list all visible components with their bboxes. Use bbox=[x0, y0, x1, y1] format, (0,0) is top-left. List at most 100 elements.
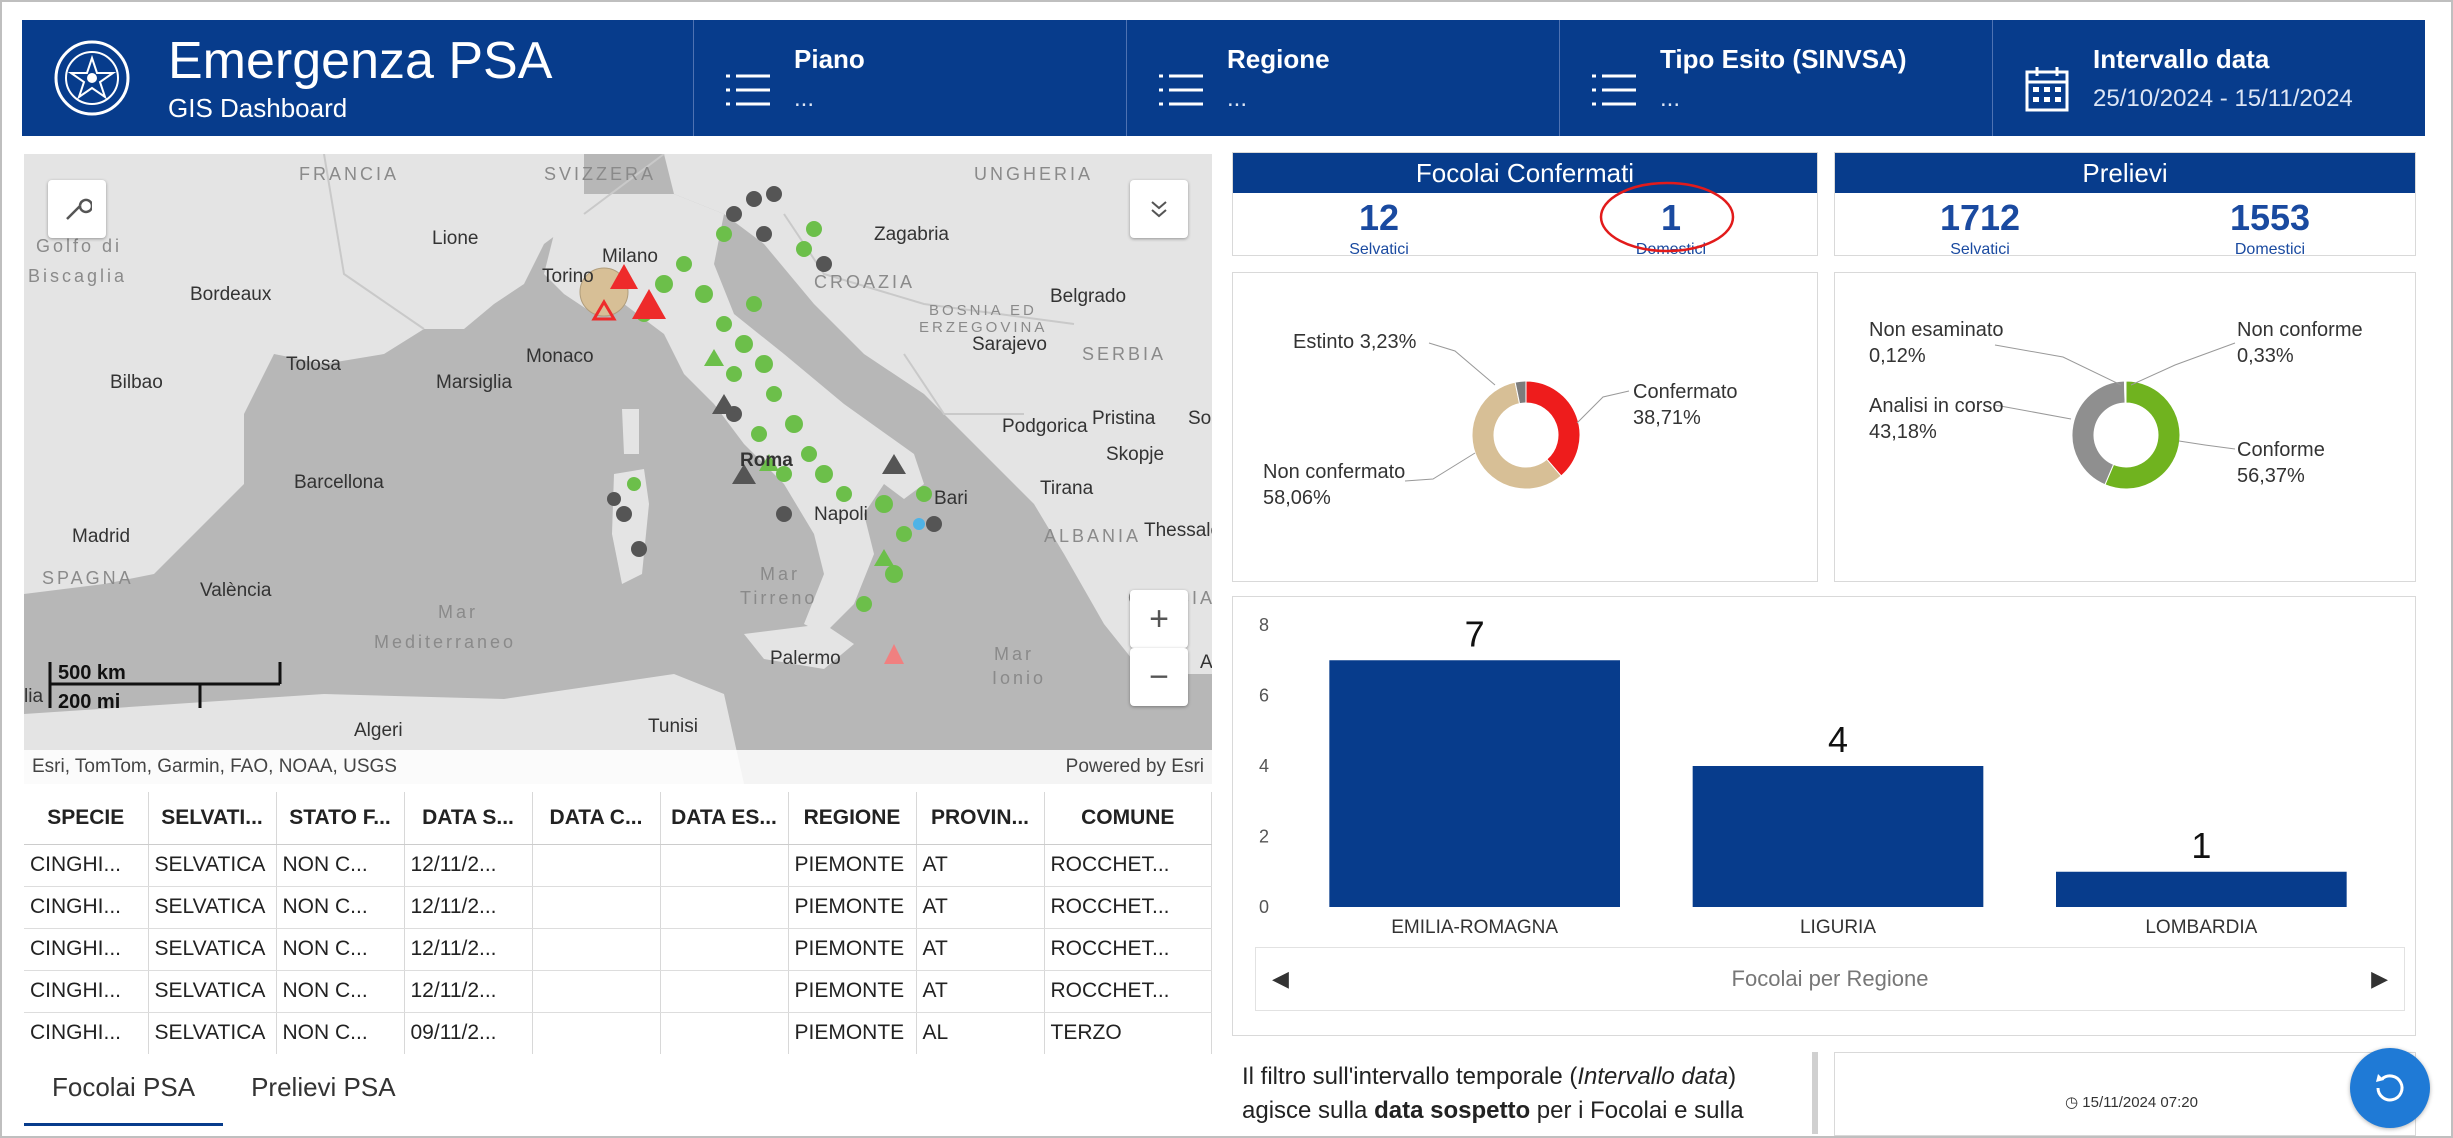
wrench-icon bbox=[66, 198, 92, 220]
bottom-tabs: Focolai PSA Prelievi PSA bbox=[24, 1054, 424, 1126]
list-icon bbox=[1592, 74, 1636, 106]
table-cell bbox=[660, 844, 789, 887]
map-label: Pristina bbox=[1092, 408, 1156, 429]
table-cell: NON C... bbox=[276, 886, 405, 929]
kpi-selvatici: 12 Selvatici bbox=[1233, 193, 1525, 259]
map-label: Mediterraneo bbox=[374, 632, 517, 652]
refresh-icon bbox=[2376, 1074, 2404, 1102]
filter-intervallo-data[interactable]: Intervallo data 25/10/2024 - 15/11/2024 bbox=[1993, 20, 2425, 136]
x-tick-label: LOMBARDIA bbox=[2145, 917, 2257, 937]
map-label: Barcellona bbox=[294, 472, 384, 493]
clock-icon: ◷ bbox=[2065, 1094, 2079, 1111]
donut-leader-line bbox=[1404, 452, 1476, 482]
map-label: Bari bbox=[934, 488, 968, 509]
table-cell: AL bbox=[916, 1012, 1045, 1054]
y-tick-label: 8 bbox=[1259, 615, 1269, 635]
last-update-text: ◷ 15/11/2024 07:20 bbox=[2065, 1093, 2198, 1111]
map-label: Milano bbox=[602, 246, 658, 267]
donut-slice-confermato[interactable] bbox=[1525, 380, 1581, 477]
donut-label-confermato: Confermato 38,71% bbox=[1633, 381, 1738, 429]
table-cell: NON C... bbox=[276, 970, 405, 1013]
table-row[interactable]: CINGHI... SELVATICA NON C... 09/11/2... PIEM… bbox=[24, 1012, 1212, 1054]
table-cell: SELVATICA bbox=[148, 970, 277, 1013]
column-header[interactable]: REGIONE bbox=[788, 792, 917, 845]
map-label: Bordeaux bbox=[190, 284, 272, 305]
table-row[interactable]: CINGHI... SELVATICA NON C... 12/11/2... PIEM… bbox=[24, 886, 1212, 929]
table-row[interactable]: CINGHI... SELVATICA NON C... 12/11/2... PIEM… bbox=[24, 970, 1212, 1013]
table-cell: 12/11/2... bbox=[404, 970, 533, 1013]
table-row[interactable]: CINGHI... SELVATICA NON C... 12/11/2... PIEM… bbox=[24, 844, 1212, 887]
next-chart-button[interactable]: ▶ bbox=[2371, 966, 2388, 992]
map-tools-button[interactable] bbox=[48, 180, 106, 238]
filter-piano[interactable]: Piano ... bbox=[694, 20, 1127, 136]
map-label: Roma bbox=[740, 450, 793, 471]
info-note: Il filtro sull'intervallo temporale (Int… bbox=[1232, 1052, 1818, 1134]
map-collapse-button[interactable] bbox=[1130, 180, 1188, 238]
map-label: BOSNIA ED bbox=[929, 302, 1037, 319]
donut-label-conforme: Conforme 56,37% bbox=[2237, 439, 2325, 487]
republic-emblem-icon bbox=[54, 40, 130, 116]
table-cell: SELVATICA bbox=[148, 1012, 277, 1054]
column-header[interactable]: DATA C... bbox=[532, 792, 661, 845]
table-cell: NON C... bbox=[276, 1012, 405, 1054]
table-cell: ROCCHET... bbox=[1044, 970, 1212, 1013]
table-cell: CINGHI... bbox=[24, 1012, 149, 1054]
table-cell: CINGHI... bbox=[24, 970, 149, 1013]
table-row[interactable]: CINGHI... SELVATICA NON C... 12/11/2... PIEM… bbox=[24, 928, 1212, 971]
table-cell: ROCCHET... bbox=[1044, 886, 1212, 929]
table-cell: PIEMONTE bbox=[788, 928, 917, 971]
table-cell bbox=[660, 928, 789, 971]
donut-leader-line bbox=[1428, 342, 1496, 386]
tab-prelievi-psa[interactable]: Prelievi PSA bbox=[223, 1054, 424, 1126]
tab-focolai-psa[interactable]: Focolai PSA bbox=[24, 1054, 224, 1126]
table-cell bbox=[532, 928, 661, 971]
column-header[interactable]: DATA ES... bbox=[660, 792, 789, 845]
zoom-in-button[interactable]: + bbox=[1130, 590, 1188, 648]
column-header[interactable]: PROVIN... bbox=[916, 792, 1045, 845]
column-header[interactable]: STATO F... bbox=[276, 792, 405, 845]
filter-tipo-esito[interactable]: Tipo Esito (SINVSA) ... bbox=[1560, 20, 1993, 136]
donut-leader-line bbox=[1994, 404, 2072, 420]
map-label: Zagabria bbox=[874, 224, 949, 245]
column-header[interactable]: SPECIE bbox=[24, 792, 149, 845]
kpi-label: Selvatici bbox=[1349, 241, 1409, 258]
refresh-button[interactable] bbox=[2350, 1048, 2430, 1128]
filter-value: ... bbox=[1660, 85, 1681, 112]
column-header[interactable]: COMUNE bbox=[1044, 792, 1212, 845]
map-label: Mar bbox=[438, 602, 478, 622]
filter-label: Piano bbox=[794, 44, 865, 74]
list-icon bbox=[726, 74, 770, 106]
map-label: UNGHERIA bbox=[974, 164, 1094, 184]
zoom-out-button[interactable]: − bbox=[1130, 648, 1188, 706]
kpi-label: Selvatici bbox=[1950, 241, 2010, 258]
bar-lombardia[interactable] bbox=[2056, 871, 2347, 907]
map-label: Madrid bbox=[72, 526, 131, 547]
map-label: A bbox=[1200, 652, 1212, 673]
filter-regione[interactable]: Regione ... bbox=[1127, 20, 1560, 136]
powered-by-text[interactable]: Powered by Esri bbox=[1066, 756, 1204, 778]
map-label: Skopje bbox=[1106, 444, 1165, 465]
bar-liguria[interactable] bbox=[1692, 766, 1984, 907]
kpi-domestici: 1553 Domestici bbox=[2125, 193, 2415, 259]
prelievi-kpi-card: Prelievi 1712 Selvatici 1553 Domestici bbox=[1834, 152, 2416, 259]
column-header[interactable]: DATA S... bbox=[404, 792, 533, 845]
note-bold: data sospetto bbox=[1374, 1097, 1531, 1124]
table-cell bbox=[532, 970, 661, 1013]
column-header[interactable]: SELVATI... bbox=[148, 792, 277, 845]
map-view[interactable]: FRANCIA SVIZZERA UNGHERIA Golfo di Bisca… bbox=[24, 154, 1212, 784]
x-tick-label: EMILIA-ROMAGNA bbox=[1391, 917, 1558, 937]
map-label: Mar bbox=[994, 644, 1034, 664]
table-cell: 12/11/2... bbox=[404, 844, 533, 887]
map-label: Palermo bbox=[770, 648, 841, 669]
map-label: SVIZZERA bbox=[544, 164, 657, 184]
map-label: Bilbao bbox=[110, 372, 163, 393]
table-cell bbox=[532, 1012, 661, 1054]
prev-chart-button[interactable]: ◀ bbox=[1272, 966, 1289, 992]
y-tick-label: 6 bbox=[1259, 686, 1269, 706]
map-label: Golfo di bbox=[36, 236, 123, 256]
table-cell: CINGHI... bbox=[24, 886, 149, 929]
map-label: Sarajevo bbox=[972, 334, 1047, 355]
donut-label-analisi: Analisi in corso 43,18% bbox=[1869, 395, 2004, 443]
filter-value: ... bbox=[794, 85, 815, 112]
bar-emilia-romagna[interactable] bbox=[1329, 660, 1620, 907]
